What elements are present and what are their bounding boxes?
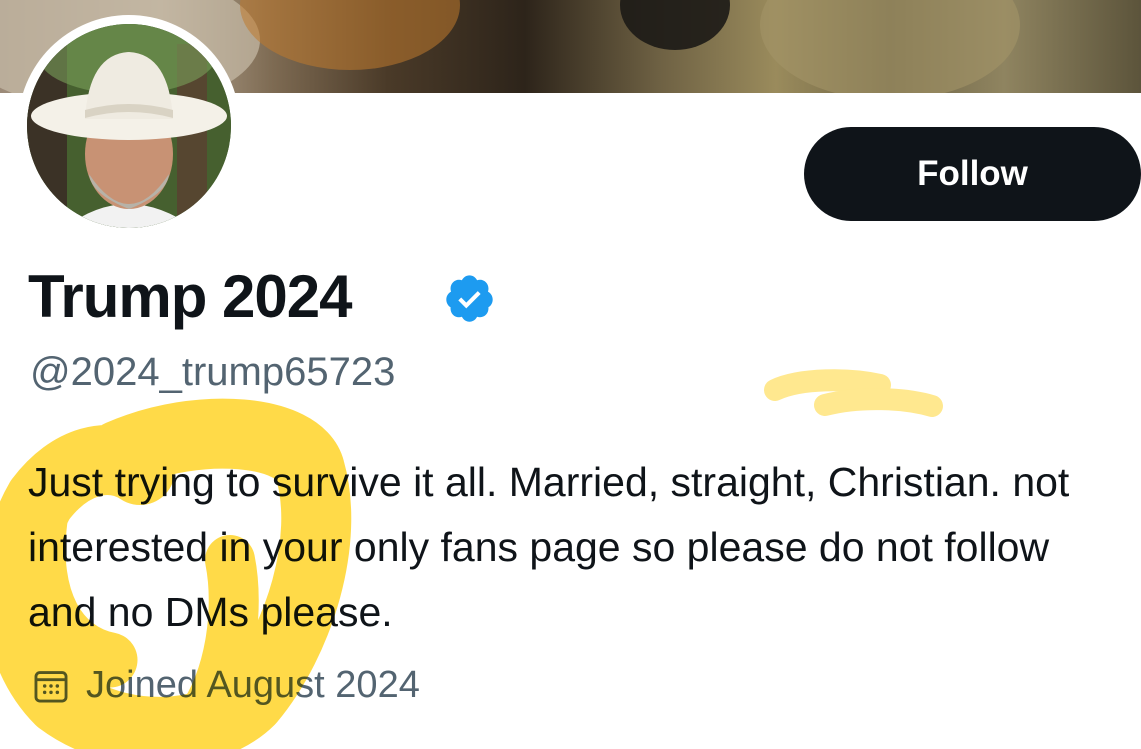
avatar[interactable] — [27, 24, 231, 228]
calendar-icon — [34, 670, 68, 702]
display-name: Trump 2024 — [28, 263, 352, 330]
joined-date: Joined August 2024 — [86, 664, 420, 706]
follow-button[interactable]: Follow — [804, 127, 1141, 221]
profile-bio: Just trying to survive it all. Married, … — [28, 459, 1070, 635]
joined-date-row: Joined August 2024 — [32, 663, 420, 708]
username-handle: @2024_trump65723 — [30, 350, 396, 394]
verified-badge-icon[interactable] — [443, 272, 496, 325]
